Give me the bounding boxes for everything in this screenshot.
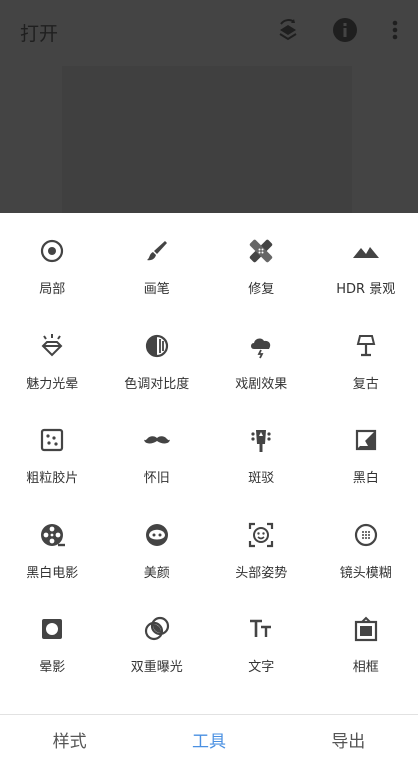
tool-label: 黑白电影 [26, 562, 78, 581]
double-exposure-icon [143, 615, 171, 643]
tool-brush[interactable]: 画笔 [105, 223, 210, 318]
tone-contrast-icon [143, 332, 171, 360]
more-vert-icon[interactable] [381, 16, 409, 44]
tool-label: 双重曝光 [131, 656, 183, 675]
tool-label: HDR 景观 [336, 278, 395, 297]
tool-label: 粗粒胶片 [26, 467, 78, 486]
tool-vignette[interactable]: 晕影 [0, 601, 105, 696]
tool-frames[interactable]: 相框 [314, 601, 418, 696]
tool-hdr[interactable]: HDR 景观 [314, 223, 418, 318]
tool-text[interactable]: 文字 [209, 601, 314, 696]
tool-label: 色调对比度 [124, 373, 189, 392]
info-icon[interactable] [331, 16, 359, 44]
photo-area: 打开 [0, 0, 418, 213]
brush-icon [143, 237, 171, 265]
tool-drama[interactable]: 戏剧效果 [209, 318, 314, 413]
bandage-icon [247, 237, 275, 265]
tool-glamour-glow[interactable]: 魅力光晕 [0, 318, 105, 413]
tool-healing[interactable]: 修复 [209, 223, 314, 318]
tool-tonal-contrast[interactable]: 色调对比度 [105, 318, 210, 413]
frame-icon [352, 615, 380, 643]
tool-label: 黑白 [353, 467, 379, 486]
tool-label: 头部姿势 [235, 562, 287, 581]
lamp-icon [352, 332, 380, 360]
tool-selective[interactable]: 局部 [0, 223, 105, 318]
tool-grunge[interactable]: 斑驳 [209, 412, 314, 507]
photo-preview [62, 66, 352, 213]
tool-double-exposure[interactable]: 双重曝光 [105, 601, 210, 696]
tool-black-white[interactable]: 黑白 [314, 412, 418, 507]
open-button[interactable]: 打开 [20, 19, 58, 46]
tools-panel: 局部 画笔 修复 HDR 景观 魅力光晕 [0, 213, 418, 762]
mustache-icon [143, 426, 171, 454]
tool-noir[interactable]: 黑白电影 [0, 507, 105, 602]
tool-label: 魅力光晕 [26, 373, 78, 392]
tool-grainy-film[interactable]: 粗粒胶片 [0, 412, 105, 507]
layers-icon[interactable] [274, 16, 302, 44]
target-icon [38, 237, 66, 265]
diamond-glow-icon [38, 332, 66, 360]
tab-styles[interactable]: 样式 [0, 715, 139, 763]
tool-lens-blur[interactable]: 镜头模糊 [314, 507, 418, 602]
black-white-icon [352, 426, 380, 454]
tool-label: 修复 [248, 278, 274, 297]
tool-label: 复古 [353, 373, 379, 392]
face-icon [143, 521, 171, 549]
tool-label: 镜头模糊 [340, 562, 392, 581]
tool-label: 文字 [248, 656, 274, 675]
text-icon [247, 615, 275, 643]
tool-label: 怀旧 [144, 467, 170, 486]
tool-portrait[interactable]: 美颜 [105, 507, 210, 602]
tool-vintage[interactable]: 复古 [314, 318, 418, 413]
tab-tools[interactable]: 工具 [139, 715, 278, 763]
tab-export[interactable]: 导出 [279, 715, 418, 763]
tool-retrolux[interactable]: 怀旧 [105, 412, 210, 507]
tool-label: 斑驳 [248, 467, 274, 486]
bottom-nav: 样式 工具 导出 [0, 714, 418, 763]
guitar-head-icon [247, 426, 275, 454]
lens-blur-icon [352, 521, 380, 549]
tool-label: 局部 [39, 278, 65, 297]
face-pose-icon [247, 521, 275, 549]
mountain-icon [352, 237, 380, 265]
vignette-icon [38, 615, 66, 643]
storm-cloud-icon [247, 332, 275, 360]
film-reel-icon [38, 521, 66, 549]
grain-dice-icon [38, 426, 66, 454]
tool-label: 画笔 [144, 278, 170, 297]
tool-label: 晕影 [39, 656, 65, 675]
tool-label: 相框 [353, 656, 379, 675]
tool-head-pose[interactable]: 头部姿势 [209, 507, 314, 602]
tool-label: 美颜 [144, 562, 170, 581]
tool-label: 戏剧效果 [235, 373, 287, 392]
tools-grid: 局部 画笔 修复 HDR 景观 魅力光晕 [0, 223, 418, 696]
